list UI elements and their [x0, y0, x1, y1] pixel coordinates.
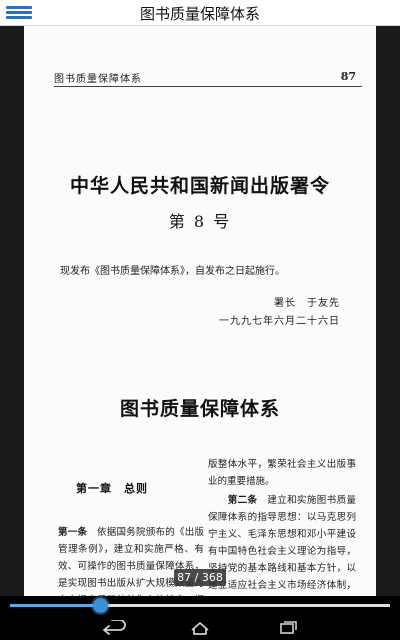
recent-apps-icon[interactable]	[272, 620, 304, 636]
article-2: 第二条 建立和实施图书质量保障体系的指导思想：以马克思列宁主义、毛泽东思想和邓小…	[208, 492, 356, 596]
app-bar: 图书质量保障体系	[0, 0, 400, 26]
system-nav-bar	[0, 616, 400, 640]
home-icon[interactable]	[184, 620, 216, 636]
chapter-heading: 第一章 总则	[76, 482, 148, 495]
promulgation-text: 现发布《图书质量保障体系》，自发布之日起施行。	[60, 266, 285, 277]
article-2-label: 第二条	[227, 495, 258, 506]
seek-progress	[10, 604, 100, 607]
decree-number: 第 8 号	[168, 212, 232, 231]
page-indicator: 87 / 368	[174, 569, 226, 586]
header-rule	[54, 86, 362, 87]
article-2-text: 建立和实施图书质量保障体系的指导思想：以马克思列宁主义、毛泽东思想和邓小平建设有…	[208, 495, 356, 591]
app-title: 图书质量保障体系	[139, 5, 260, 23]
back-arrow-icon[interactable]	[98, 619, 130, 636]
book-page[interactable]: 图书质量保障体系 87 中华人民共和国新闻出版署令 第 8 号 现发布《图书质量…	[24, 26, 376, 596]
seek-thumb[interactable]	[92, 598, 108, 613]
seek-track[interactable]	[10, 604, 390, 607]
signer: 署长 于友先	[274, 298, 340, 309]
article-1-label: 第一条	[58, 527, 88, 538]
page-number: 87	[340, 70, 356, 83]
decree-title: 中华人民共和国新闻出版署令	[69, 175, 330, 197]
sign-date: 一九九七年六月二十六日	[219, 316, 340, 327]
running-head: 图书质量保障体系	[54, 74, 142, 85]
document-title: 图书质量保障体系	[119, 398, 280, 420]
right-column-continuation: 版整体水平，繁荣社会主义出版事业的重要措施。	[208, 459, 356, 487]
right-column: 版整体水平，繁荣社会主义出版事业的重要措施。 第二条 建立和实施图书质量保障体系…	[208, 456, 356, 596]
page-seekbar[interactable]	[0, 588, 400, 616]
